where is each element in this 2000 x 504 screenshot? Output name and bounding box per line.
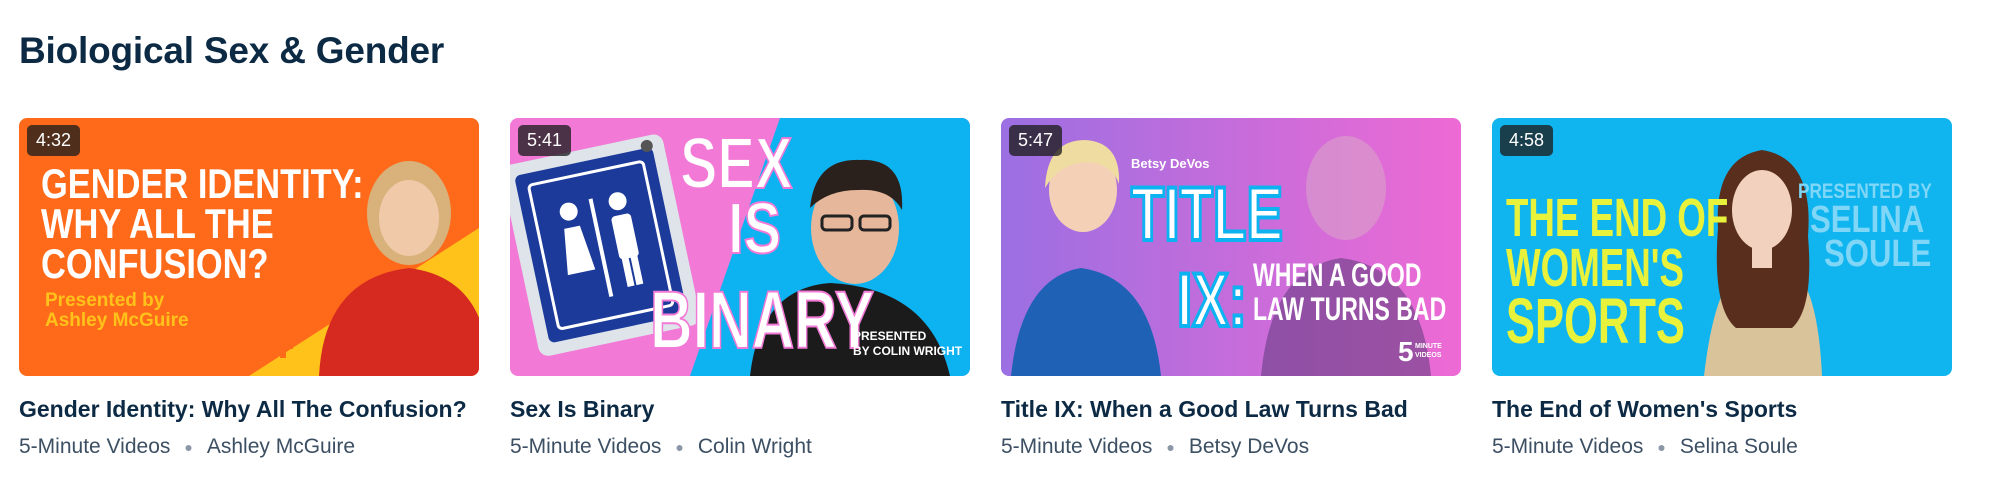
video-meta: 5-Minute Videos ● Betsy DeVos: [1001, 435, 1461, 459]
thumb-name-tag: Betsy DeVos: [1131, 156, 1210, 171]
svg-text:VIDEOS: VIDEOS: [1415, 352, 1442, 359]
separator-dot-icon: ●: [1657, 439, 1666, 455]
separator-dot-icon: ●: [675, 439, 684, 455]
video-card[interactable]: Betsy DeVos TITLE IX: WHEN A GOOD LAW TU…: [1001, 118, 1461, 459]
thumbnail-art: THE END OF WOMEN'S SPORTS PRESENTED BY S…: [1492, 118, 1952, 376]
video-meta: 5-Minute Videos ● Selina Soule: [1492, 435, 1952, 459]
thumb-headline-3: SPORTS: [1506, 285, 1685, 358]
video-row: GENDER IDENTITY: WHY ALL THE CONFUSION? …: [19, 118, 1952, 459]
thumbnail-art: Betsy DeVos TITLE IX: WHEN A GOOD LAW TU…: [1001, 118, 1461, 376]
svg-text:5: 5: [1398, 336, 1414, 367]
thumbnail-art: GENDER IDENTITY: WHY ALL THE CONFUSION? …: [19, 118, 479, 376]
channel-name[interactable]: 5-Minute Videos: [1492, 435, 1643, 459]
video-thumbnail[interactable]: GENDER IDENTITY: WHY ALL THE CONFUSION? …: [19, 118, 479, 376]
separator-dot-icon: ●: [1166, 439, 1175, 455]
video-card[interactable]: SEX IS BINARY PRESENTED BY COLIN WRIGHT …: [510, 118, 970, 459]
duration-badge: 5:41: [518, 125, 572, 156]
video-card[interactable]: GENDER IDENTITY: WHY ALL THE CONFUSION? …: [19, 118, 479, 459]
thumbnail-art: SEX IS BINARY PRESENTED BY COLIN WRIGHT: [510, 118, 970, 376]
thumb-headline-3: BINARY: [650, 275, 874, 367]
channel-name[interactable]: 5-Minute Videos: [1001, 435, 1152, 459]
thumb-headline-2: IX:: [1177, 258, 1247, 343]
thumb-presented-2: Ashley McGuire: [45, 310, 189, 331]
duration-badge: 5:47: [1009, 125, 1063, 156]
presenter-name[interactable]: Selina Soule: [1680, 435, 1798, 459]
channel-name[interactable]: 5-Minute Videos: [19, 435, 170, 459]
presenter-name[interactable]: Ashley McGuire: [207, 435, 355, 459]
channel-name[interactable]: 5-Minute Videos: [510, 435, 661, 459]
video-thumbnail[interactable]: Betsy DeVos TITLE IX: WHEN A GOOD LAW TU…: [1001, 118, 1461, 376]
thumb-presented-1: PRESENTED: [853, 329, 927, 343]
duration-badge: 4:32: [27, 125, 81, 156]
thumb-presented-2: BY COLIN WRIGHT: [853, 344, 963, 358]
video-title[interactable]: Title IX: When a Good Law Turns Bad: [1001, 396, 1461, 423]
video-meta: 5-Minute Videos ● Ashley McGuire: [19, 435, 479, 459]
thumb-headline-2: IS: [728, 188, 781, 268]
separator-dot-icon: ●: [184, 439, 193, 455]
section-title: Biological Sex & Gender: [19, 30, 445, 71]
video-thumbnail[interactable]: SEX IS BINARY PRESENTED BY COLIN WRIGHT …: [510, 118, 970, 376]
thumb-sub-2: LAW TURNS BAD: [1253, 291, 1446, 327]
duration-badge: 4:58: [1500, 125, 1554, 156]
thumb-headline-1: TITLE: [1131, 172, 1283, 257]
thumb-presented-1: Presented by: [45, 290, 165, 311]
video-title[interactable]: Gender Identity: Why All The Confusion?: [19, 396, 479, 423]
svg-text:MINUTE: MINUTE: [1415, 343, 1442, 350]
video-title[interactable]: Sex Is Binary: [510, 396, 970, 423]
thumb-headline-3: CONFUSION?: [41, 241, 269, 288]
presenter-name[interactable]: Colin Wright: [698, 435, 812, 459]
video-thumbnail[interactable]: THE END OF WOMEN'S SPORTS PRESENTED BY S…: [1492, 118, 1952, 376]
thumb-presented-3: SOULE: [1824, 233, 1931, 275]
presenter-name[interactable]: Betsy DeVos: [1189, 435, 1309, 459]
video-card[interactable]: THE END OF WOMEN'S SPORTS PRESENTED BY S…: [1492, 118, 1952, 459]
video-meta: 5-Minute Videos ● Colin Wright: [510, 435, 970, 459]
video-title[interactable]: The End of Women's Sports: [1492, 396, 1952, 423]
thumb-sub-1: WHEN A GOOD: [1253, 257, 1421, 293]
